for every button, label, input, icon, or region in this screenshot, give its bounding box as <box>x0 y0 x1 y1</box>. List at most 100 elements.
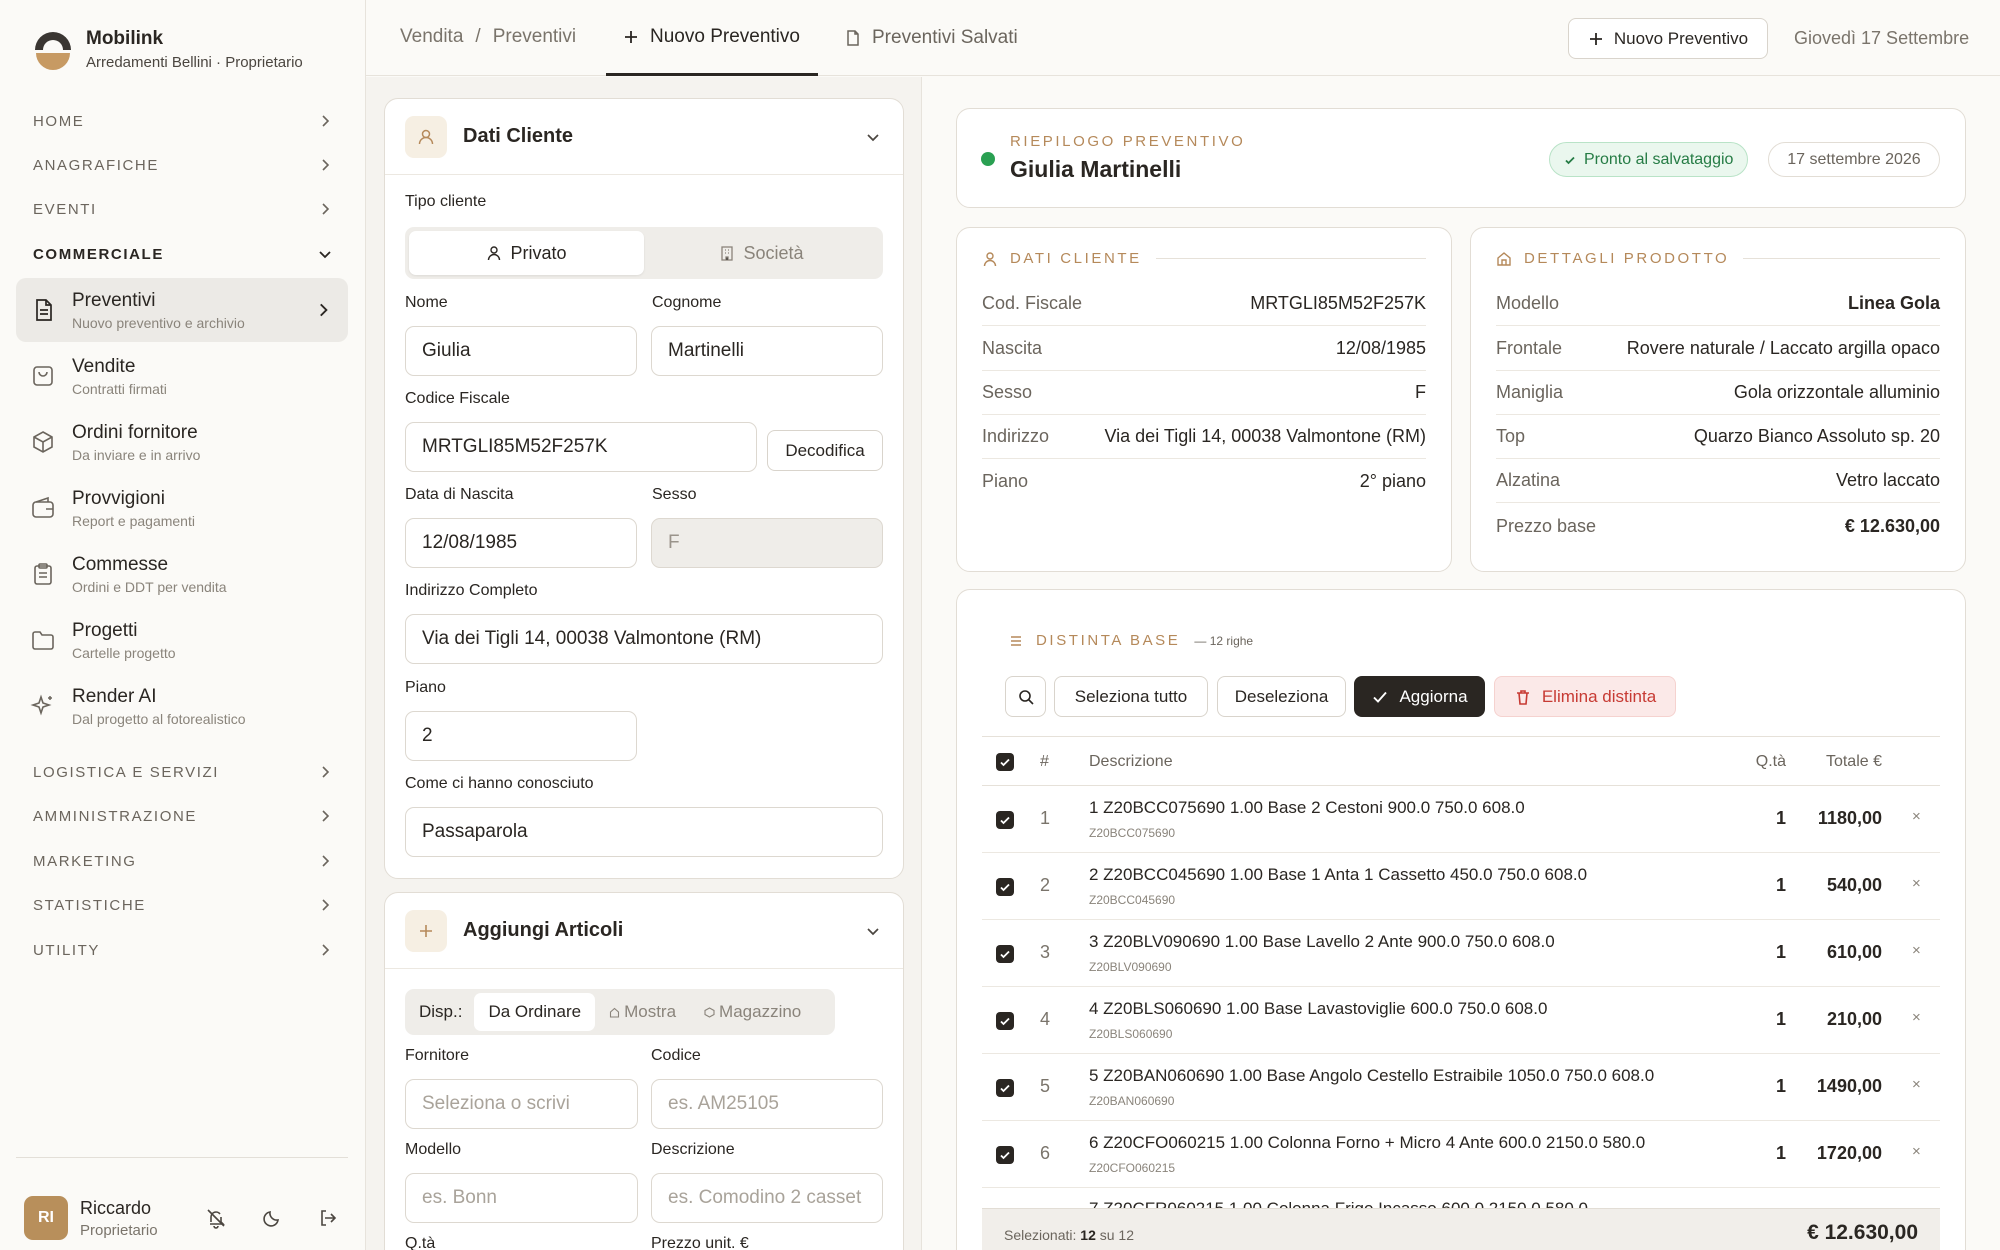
nav-section-statistiche[interactable]: STATISTICHE <box>33 891 333 919</box>
sidebar-item-desc: Dal progetto al fotorealistico <box>72 710 246 727</box>
sidebar-item-preventivi[interactable]: Preventivi Nuovo preventivo e archivio <box>16 278 348 342</box>
nome-input[interactable]: Giulia <box>405 326 637 376</box>
update-button[interactable]: Aggiorna <box>1354 676 1485 717</box>
nav-section-eventi[interactable]: EVENTI <box>33 195 333 223</box>
client-card-header[interactable]: Dati Cliente <box>385 99 903 175</box>
sidebar-item-provvigioni[interactable]: Provvigioni Report e pagamenti <box>16 476 348 540</box>
tab-nuovo-preventivo[interactable]: Nuovo Preventivo <box>606 0 818 76</box>
piano-input[interactable]: 2 <box>405 711 637 761</box>
nav-section-commerciale[interactable]: COMMERCIALE <box>33 240 333 268</box>
decodifica-button[interactable]: Decodifica <box>767 430 883 471</box>
table-row[interactable]: 6 6 Z20CFO060215 1.00 Colonna Forno + Mi… <box>982 1121 1940 1188</box>
nav-section-utility[interactable]: UTILITY <box>33 936 333 964</box>
breadcrumb-vendita[interactable]: Vendita <box>400 26 463 48</box>
sidebar-item-commesse[interactable]: Commesse Ordini e DDT per vendita <box>16 542 348 606</box>
conosciuto-input[interactable]: Passaparola <box>405 807 883 857</box>
chevron-right-icon <box>320 303 328 317</box>
nav-section-amministrazione[interactable]: AMMINISTRAZIONE <box>33 802 333 830</box>
table-row[interactable]: 7 Z20CFR060215 1.00 Colonna Frigo Incass… <box>982 1188 1940 1208</box>
sidebar-item-vendite[interactable]: Vendite Contratti firmati <box>16 344 348 408</box>
client-details-title: DATI CLIENTE <box>1010 250 1142 267</box>
file-icon <box>847 30 859 46</box>
nav-section-home[interactable]: HOME <box>33 107 333 135</box>
fornitore-input[interactable]: Seleziona o scrivi <box>405 1079 638 1129</box>
row-remove-button[interactable]: × <box>1912 1143 1921 1160</box>
breadcrumb-preventivi[interactable]: Preventivi <box>493 26 576 48</box>
row-checkbox[interactable] <box>996 811 1014 829</box>
nav-section-label: ANAGRAFICHE <box>33 156 159 174</box>
new-quote-button[interactable]: Nuovo Preventivo <box>1568 18 1768 59</box>
client-detail-row: Cod. Fiscale MRTGLI85M52F257K <box>982 282 1426 326</box>
indirizzo-input[interactable]: Via dei Tigli 14, 00038 Valmontone (RM) <box>405 614 883 664</box>
delete-distinta-button[interactable]: Elimina distinta <box>1494 676 1676 717</box>
row-checkbox[interactable] <box>996 878 1014 896</box>
avatar[interactable]: RI <box>24 1196 68 1240</box>
chevron-down-icon <box>319 251 331 259</box>
status-dot <box>981 152 995 166</box>
tab-preventivi-salvati[interactable]: Preventivi Salvati <box>844 0 1018 76</box>
deselect-button[interactable]: Deseleziona <box>1217 676 1346 717</box>
row-remove-button[interactable]: × <box>1912 942 1921 959</box>
client-type-societa[interactable]: Società <box>644 231 879 275</box>
modello-input[interactable]: es. Bonn <box>405 1173 638 1223</box>
chevron-down-icon[interactable] <box>863 127 883 147</box>
row-checkbox[interactable] <box>996 1079 1014 1097</box>
select-all-button[interactable]: Seleziona tutto <box>1054 676 1208 717</box>
sidebar-item-desc: Contratti firmati <box>72 380 167 397</box>
row-checkbox[interactable] <box>996 945 1014 963</box>
table-row[interactable]: 2 2 Z20BCC045690 1.00 Base 1 Anta 1 Cass… <box>982 853 1940 920</box>
check-icon <box>1000 1084 1010 1093</box>
selection-of: su 12 <box>1099 1227 1134 1243</box>
nav-section-logistica[interactable]: LOGISTICA E SERVIZI <box>33 758 333 786</box>
logout-button[interactable] <box>300 1207 356 1229</box>
row-total: 1720,00 <box>1816 1143 1882 1163</box>
row-code: Z20BLV090690 <box>1089 960 1172 974</box>
table-row[interactable]: 4 4 Z20BLS060690 1.00 Base Lavastoviglie… <box>982 987 1940 1054</box>
table-row[interactable]: 1 1 Z20BCC075690 1.00 Base 2 Cestoni 900… <box>982 786 1940 853</box>
detail-key: Modello <box>1496 293 1560 313</box>
summary-kicker: RIEPILOGO PREVENTIVO <box>1010 133 1246 150</box>
theme-toggle-button[interactable] <box>244 1207 300 1229</box>
detail-value: Via dei Tigli 14, 00038 Valmontone (RM) <box>1104 426 1426 446</box>
data-nascita-input[interactable]: 12/08/1985 <box>405 518 637 568</box>
codice-input[interactable]: es. AM25105 <box>651 1079 883 1129</box>
chevron-right-icon <box>322 159 330 171</box>
row-checkbox[interactable] <box>996 1012 1014 1030</box>
client-type-privato[interactable]: Privato <box>409 231 644 275</box>
availability-mostra[interactable]: Mostra <box>595 993 690 1031</box>
product-detail-row: Prezzo base € 12.630,00 <box>1496 504 1940 548</box>
row-remove-button[interactable]: × <box>1912 875 1921 892</box>
status-badge-label: Pronto al salvataggio <box>1584 150 1734 168</box>
descrizione-input[interactable]: es. Comodino 2 casset <box>651 1173 883 1223</box>
cognome-input[interactable]: Martinelli <box>651 326 883 376</box>
row-total: 1180,00 <box>1817 808 1882 828</box>
chevron-down-icon[interactable] <box>863 921 883 941</box>
sidebar-item-render-ai[interactable]: Render AI Dal progetto al fotorealistico <box>16 674 348 738</box>
availability-magazzino[interactable]: Magazzino <box>690 993 815 1031</box>
select-all-checkbox[interactable] <box>996 753 1014 771</box>
row-remove-button[interactable]: × <box>1912 1009 1921 1026</box>
codice-fiscale-input[interactable]: MRTGLI85M52F257K <box>405 422 757 472</box>
row-description: 6 Z20CFO060215 1.00 Colonna Forno + Micr… <box>1089 1133 1646 1152</box>
sidebar-item-progetti[interactable]: Progetti Cartelle progetto <box>16 608 348 672</box>
table-row[interactable]: 3 3 Z20BLV090690 1.00 Base Lavello 2 Ant… <box>982 920 1940 987</box>
check-icon <box>1000 883 1010 892</box>
table-row[interactable]: 5 5 Z20BAN060690 1.00 Base Angolo Cestel… <box>982 1054 1940 1121</box>
client-card: Dati Cliente Tipo cliente Privato Societ… <box>384 98 904 879</box>
brand[interactable]: Mobilink Arredamenti Bellini · Proprieta… <box>32 28 303 71</box>
row-remove-button[interactable]: × <box>1912 808 1921 825</box>
nav-section-marketing[interactable]: MARKETING <box>33 847 333 875</box>
table-header: # Descrizione Q.tà Totale € <box>982 736 1940 786</box>
product-detail-row: Modello Linea Gola <box>1496 282 1940 326</box>
availability-da-ordinare[interactable]: Da Ordinare <box>474 993 596 1031</box>
detail-value: Vetro laccato <box>1835 470 1940 490</box>
notifications-off-button[interactable] <box>188 1207 244 1229</box>
row-checkbox[interactable] <box>996 1146 1014 1164</box>
articles-card-header[interactable]: Aggiungi Articoli <box>385 893 903 969</box>
search-button[interactable] <box>1005 676 1046 717</box>
product-details-header: DETTAGLI PRODOTTO <box>1496 250 1940 267</box>
nav-section-anagrafiche[interactable]: ANAGRAFICHE <box>33 151 333 179</box>
sidebar-item-ordini-fornitore[interactable]: Ordini fornitore Da inviare e in arrivo <box>16 410 348 474</box>
row-remove-button[interactable]: × <box>1912 1076 1921 1093</box>
detail-key: Sesso <box>982 382 1033 402</box>
